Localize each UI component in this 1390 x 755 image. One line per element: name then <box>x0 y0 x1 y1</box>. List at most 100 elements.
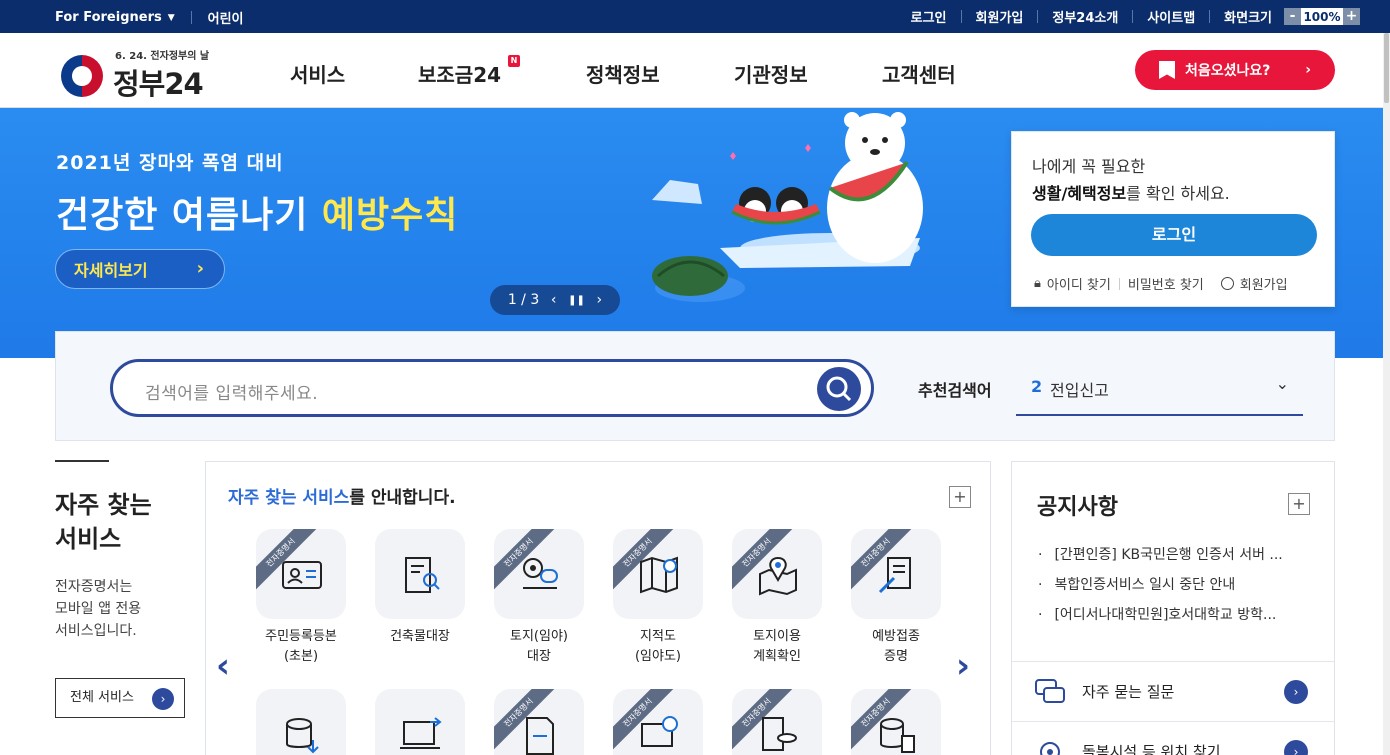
database-document-icon <box>880 718 915 753</box>
next-slide-icon[interactable]: › <box>597 292 603 308</box>
section-divider <box>55 460 109 462</box>
service-cadastral-map[interactable]: 전자증명서 지적도 (임야도) <box>603 529 713 667</box>
service-item-row2[interactable]: 전자증명서 <box>841 689 951 755</box>
nav-support[interactable]: 고객센터 <box>882 59 956 88</box>
service-label-line2: (초본) <box>283 649 319 664</box>
new-badge: N <box>508 55 520 67</box>
login-message-line2: 생활/혜택정보를 확인 하세요. <box>1032 180 1230 204</box>
service-label-line1: 건축물대장 <box>390 629 450 644</box>
chevron-right-icon: › <box>152 688 174 710</box>
banner-more-button[interactable]: 자세히보기 › <box>55 249 225 289</box>
folded-map-icon <box>640 556 678 594</box>
service-icon-box: 전자증명서 <box>732 689 822 755</box>
login-button[interactable]: 로그인 <box>1031 214 1317 256</box>
service-label-line1: 지적도 <box>640 629 676 644</box>
document-icon <box>526 717 554 755</box>
search-section: 검색어를 입력해주세요. 추천검색어 2 전입신고 ⌄ <box>55 331 1335 441</box>
facility-finder-link[interactable]: 돌봄시설 등 위치 찾기 › <box>1012 721 1334 755</box>
login-panel: 나에게 꼭 필요한 생활/혜택정보를 확인 하세요. 로그인 🔒︎ 아이디 찾기… <box>1011 131 1335 307</box>
find-password-link[interactable]: 비밀번호 찾기 <box>1128 274 1204 293</box>
logo-text: 정부24 <box>113 67 204 101</box>
faq-label: 자주 묻는 질문 <box>1082 683 1175 701</box>
search-button[interactable] <box>817 367 861 411</box>
kids-link[interactable]: 어린이 <box>208 8 244 27</box>
first-visit-button[interactable]: 처음오셨나요? › <box>1135 50 1335 90</box>
service-icon-box: 전자증명서 <box>256 529 346 619</box>
frequent-desc-line2: 모바일 앱 전용 <box>55 601 142 617</box>
service-label: 예방접종 증명 <box>841 627 951 667</box>
service-land-use-plan[interactable]: 전자증명서 토지이용 계획확인 <box>722 529 832 667</box>
banner-title-highlight: 예방수칙 <box>321 195 459 236</box>
login-message-rest: 를 확인 하세요. <box>1126 184 1230 203</box>
nav-services[interactable]: 서비스 <box>290 59 418 88</box>
page-scrollbar[interactable] <box>1383 33 1390 755</box>
service-label: 토지이용 계획확인 <box>722 627 832 667</box>
service-land-register[interactable]: 전자증명서 토지(임야) 대장 <box>484 529 594 667</box>
all-services-button[interactable]: 전체 서비스 › <box>55 678 185 718</box>
chevron-down-icon: ⌄ <box>1275 374 1289 393</box>
logo-slogan: 6. 24. 전자정부의 날 <box>115 51 210 62</box>
recommended-keyword-dropdown[interactable]: 2 전입신고 ⌄ <box>1016 360 1303 416</box>
service-item-row2[interactable] <box>365 689 475 755</box>
notice-item[interactable]: 복합인증서비스 일시 중단 안내 <box>1038 572 1308 602</box>
search-input[interactable]: 검색어를 입력해주세요. <box>110 359 874 417</box>
for-foreigners-link[interactable]: For Foreigners <box>55 10 162 25</box>
search-placeholder: 검색어를 입력해주세요. <box>145 384 319 404</box>
service-item-row2[interactable] <box>246 689 356 755</box>
notice-more-button[interactable]: + <box>1288 493 1310 515</box>
signup-link[interactable]: 회원가입 <box>976 7 1024 26</box>
location-map-icon <box>759 556 797 596</box>
banner-subtitle: 2021년 장마와 폭염 대비 <box>56 152 284 174</box>
service-icon-box: 전자증명서 <box>851 689 941 755</box>
service-vaccination-certificate[interactable]: 전자증명서 예방접종 증명 <box>841 529 951 667</box>
pause-icon[interactable]: ❚❚ <box>568 295 585 306</box>
find-id-link[interactable]: 아이디 찾기 <box>1047 274 1111 293</box>
notice-title: 공지사항 <box>1037 495 1118 520</box>
account-links: 🔒︎ 아이디 찾기 비밀번호 찾기 회원가입 <box>1034 274 1288 293</box>
nav-policy[interactable]: 정책정보 <box>586 59 734 88</box>
frequent-desc-line1: 전자증명서는 <box>55 579 133 595</box>
service-building-register[interactable]: 건축물대장 <box>365 529 475 647</box>
login-link[interactable]: 로그인 <box>911 7 947 26</box>
chevron-right-icon[interactable]: › <box>956 646 970 686</box>
faq-link[interactable]: 자주 묻는 질문 › <box>1012 661 1334 721</box>
services-more-button[interactable]: + <box>949 486 971 508</box>
scrollbar-thumb[interactable] <box>1384 33 1389 103</box>
sitemap-link[interactable]: 사이트맵 <box>1147 7 1195 26</box>
syringe-document-icon <box>878 557 911 594</box>
main-header: 6. 24. 전자정부의 날 정부24 서비스 보조금24 N 정책정보 기관정… <box>0 33 1390 108</box>
service-icon-box <box>375 529 465 619</box>
zoom-out-button[interactable]: - <box>1284 8 1301 25</box>
service-label: 지적도 (임야도) <box>603 627 713 667</box>
service-resident-registration[interactable]: 전자증명서 주민등록등본 (초본) <box>246 529 356 667</box>
site-logo[interactable]: 6. 24. 전자정부의 날 정부24 <box>55 41 215 101</box>
prev-slide-icon[interactable]: ‹ <box>551 292 557 308</box>
nav-subsidy[interactable]: 보조금24 N <box>418 55 586 88</box>
join-link[interactable]: 회원가입 <box>1240 274 1288 293</box>
service-icon-box: 전자증명서 <box>851 529 941 619</box>
service-label-line2: 증명 <box>884 649 908 664</box>
notice-panel: 공지사항 + [간편인증] KB국민은행 인증서 서버 ... 복합인증서비스 … <box>1011 461 1335 755</box>
main-nav: 서비스 보조금24 N 정책정보 기관정보 고객센터 <box>290 55 956 88</box>
service-label-line2: (임야도) <box>634 649 682 664</box>
about-link[interactable]: 정부24소개 <box>1052 7 1118 26</box>
frequent-title-line1: 자주 찾는 <box>55 491 152 519</box>
notice-item[interactable]: [간편인증] KB국민은행 인증서 서버 ... <box>1038 542 1308 572</box>
banner-pager: 1 / 3 ‹ ❚❚ › <box>490 285 620 315</box>
dropdown-caret-icon[interactable]: ▼ <box>168 13 175 23</box>
nav-agency[interactable]: 기관정보 <box>734 59 882 88</box>
frequent-description: 전자증명서는 모바일 앱 전용 서비스입니다. <box>55 576 195 642</box>
service-item-row2[interactable]: 전자증명서 <box>484 689 594 755</box>
services-heading-highlight: 자주 찾는 서비스 <box>228 488 350 508</box>
service-item-row2[interactable]: 전자증명서 <box>722 689 832 755</box>
utility-bar: For Foreigners ▼ 어린이 로그인 회원가입 정부24소개 사이트… <box>0 0 1390 33</box>
service-label-line1: 토지이용 <box>753 629 801 644</box>
chevron-left-icon[interactable]: ‹ <box>216 646 230 686</box>
chat-bubbles-icon <box>1035 679 1065 703</box>
notice-item[interactable]: [어디서나대학민원]호서대학교 방학... <box>1038 602 1308 632</box>
first-visit-label: 처음오셨나요? <box>1185 63 1271 79</box>
id-card-icon <box>282 561 322 589</box>
zoom-in-button[interactable]: + <box>1343 8 1360 25</box>
search-icon <box>826 376 852 402</box>
service-item-row2[interactable]: 전자증명서 <box>603 689 713 755</box>
